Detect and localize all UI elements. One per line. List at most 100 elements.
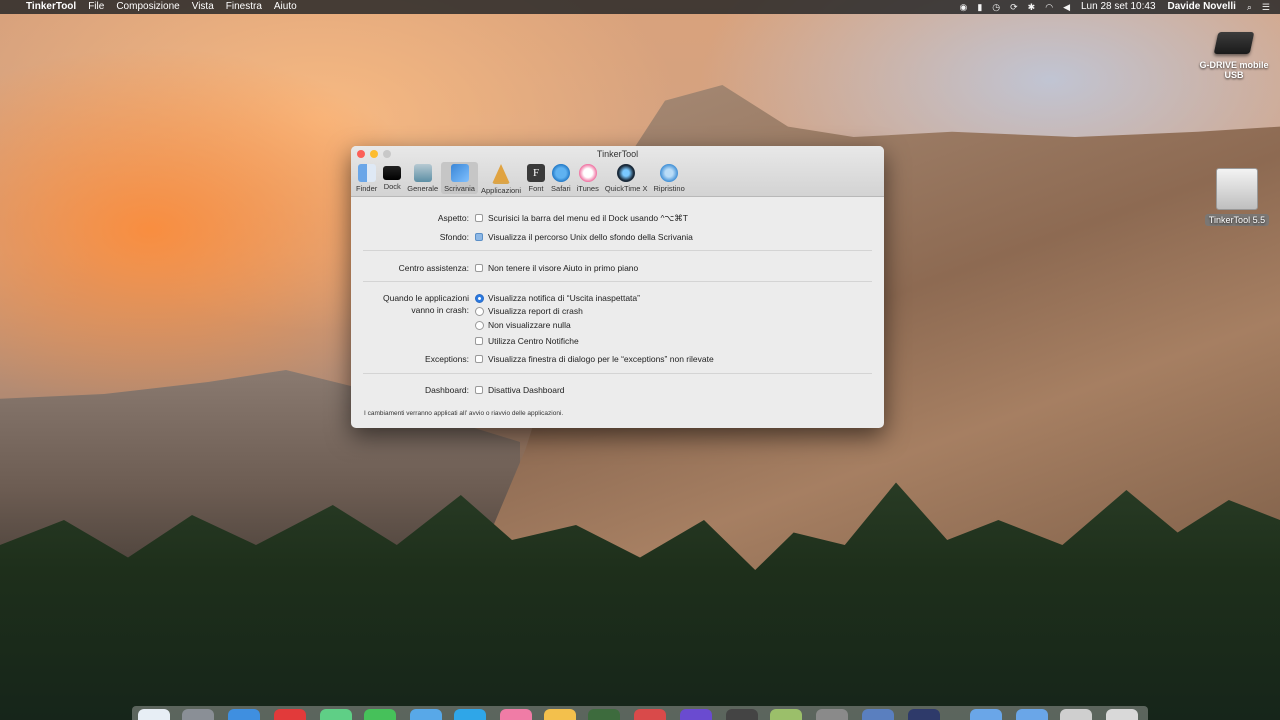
tab-font[interactable]: F Font: [524, 162, 548, 194]
centro-notifiche-checkbox[interactable]: Utilizza Centro Notifiche: [475, 334, 579, 348]
tab-label: Generale: [407, 184, 439, 193]
menu-aiuto[interactable]: Aiuto: [268, 0, 303, 14]
tab-label: Safari: [551, 184, 571, 193]
sfondo-label: Sfondo:: [439, 232, 469, 242]
dashboard-label: Dashboard:: [425, 385, 469, 395]
app-dock-icon-7[interactable]: [862, 709, 894, 720]
dashboard-checkbox[interactable]: Disattiva Dashboard: [475, 383, 565, 397]
aspetto-checkbox[interactable]: Scurisici la barra del menu ed il Dock u…: [475, 211, 688, 225]
exceptions-row: Exceptions: Visualizza finestra di dialo…: [351, 352, 884, 366]
centro-option-label: Non tenere il visore Aiuto in primo pian…: [488, 263, 639, 273]
facetime-dock-icon[interactable]: [364, 709, 396, 720]
clock[interactable]: Lun 28 set 10:43: [1075, 0, 1162, 14]
radio-label: Non visualizzare nulla: [488, 320, 571, 330]
divider: [363, 373, 872, 374]
app-dock-icon-8[interactable]: [908, 709, 940, 720]
window-titlebar[interactable]: TinkerTool Finder Dock Generale Scrivani…: [351, 146, 884, 197]
app-dock-icon[interactable]: [274, 709, 306, 720]
launchpad-dock-icon[interactable]: [182, 709, 214, 720]
user-name[interactable]: Davide Novelli: [1162, 0, 1242, 14]
notification-center-icon[interactable]: ☰: [1257, 2, 1280, 13]
photos-dock-icon[interactable]: [544, 709, 576, 720]
messages-dock-icon[interactable]: [320, 709, 352, 720]
preferences-toolbar: Finder Dock Generale Scrivania Applicazi…: [353, 162, 688, 196]
safari-dock-icon[interactable]: [228, 709, 260, 720]
centro-checkbox[interactable]: Non tenere il visore Aiuto in primo pian…: [475, 261, 638, 275]
calendar-dock-icon[interactable]: [634, 709, 666, 720]
checkbox-box[interactable]: [475, 337, 483, 345]
radio-button[interactable]: [475, 320, 484, 330]
crash-radio-report[interactable]: Visualizza report di crash: [475, 304, 583, 318]
app-dock-icon-4[interactable]: [726, 709, 758, 720]
settings-pane: Aspetto: Scurisici la barra del menu ed …: [351, 197, 884, 428]
tab-safari[interactable]: Safari: [548, 162, 574, 194]
radio-label: Visualizza report di crash: [488, 306, 583, 316]
exceptions-option-label: Visualizza finestra di dialogo per le “e…: [488, 354, 714, 364]
menu-composizione[interactable]: Composizione: [110, 0, 185, 14]
checkbox-box[interactable]: [475, 214, 483, 222]
itunes-dock-icon[interactable]: [500, 709, 532, 720]
battery-icon[interactable]: ▮: [972, 2, 987, 13]
downloads-dock-icon[interactable]: [1016, 709, 1048, 720]
sync-icon[interactable]: ⟳: [1005, 2, 1023, 13]
documents-dock-icon[interactable]: [1060, 709, 1092, 720]
tab-scrivania[interactable]: Scrivania: [441, 162, 478, 194]
sfondo-checkbox[interactable]: Visualizza il percorso Unix dello sfondo…: [475, 230, 693, 244]
applicazioni-icon: [492, 164, 510, 184]
tab-itunes[interactable]: iTunes: [574, 162, 602, 194]
wifi-icon[interactable]: ◠: [1040, 2, 1058, 13]
record-icon[interactable]: ◉: [954, 2, 972, 13]
tab-finder[interactable]: Finder: [353, 162, 380, 194]
centro-row: Centro assistenza: Non tenere il visore …: [351, 261, 884, 275]
menu-finestra[interactable]: Finestra: [220, 0, 268, 14]
footer-note: I cambiamenti verranno applicati all’ av…: [364, 410, 564, 417]
dock-icon: [383, 166, 402, 180]
dashboard-option-label: Disattiva Dashboard: [488, 385, 565, 395]
itunes-icon: [578, 164, 597, 182]
folder-dock-icon[interactable]: [970, 709, 1002, 720]
app-dock-icon-5[interactable]: [770, 709, 802, 720]
tab-label: Finder: [356, 184, 378, 193]
radio-button[interactable]: [475, 293, 484, 303]
tab-label: QuickTime X: [604, 184, 648, 193]
centro-notifiche-row: Utilizza Centro Notifiche: [351, 334, 884, 348]
tab-dock[interactable]: Dock: [380, 162, 404, 192]
aspetto-label: Aspetto:: [437, 213, 469, 223]
finder-dock-icon[interactable]: [138, 709, 170, 720]
tab-applicazioni[interactable]: Applicazioni: [478, 162, 524, 196]
crash-radio-nulla[interactable]: Non visualizzare nulla: [475, 318, 571, 332]
tab-label: Dock: [383, 182, 401, 191]
menu-vista[interactable]: Vista: [186, 0, 220, 14]
disk-image-icon: [1216, 168, 1258, 210]
menu-app-name[interactable]: TinkerTool: [20, 0, 82, 14]
checkbox-box[interactable]: [475, 233, 483, 241]
checkbox-box[interactable]: [475, 355, 483, 363]
safari-icon: [551, 164, 570, 182]
volume-icon[interactable]: ◀: [1058, 2, 1075, 13]
time-machine-icon[interactable]: ◷: [987, 2, 1005, 13]
tab-quicktime[interactable]: QuickTime X: [602, 162, 651, 194]
crash-row-nulla: Non visualizzare nulla: [351, 318, 884, 332]
tab-label: Scrivania: [444, 184, 475, 193]
exceptions-checkbox[interactable]: Visualizza finestra di dialogo per le “e…: [475, 352, 714, 366]
font-icon: F: [527, 164, 546, 182]
app-dock-icon-3[interactable]: [680, 709, 712, 720]
spotlight-search-icon[interactable]: ⌕: [1242, 2, 1257, 13]
mail-dock-icon[interactable]: [410, 709, 442, 720]
app-dock-icon-2[interactable]: [588, 709, 620, 720]
app-dock-icon-6[interactable]: [816, 709, 848, 720]
external-drive-icon: [1213, 32, 1255, 54]
radio-button[interactable]: [475, 306, 484, 316]
aspetto-row: Aspetto: Scurisici la barra del menu ed …: [351, 211, 884, 225]
bluetooth-icon[interactable]: ✱: [1023, 2, 1041, 13]
appstore-dock-icon[interactable]: [454, 709, 486, 720]
desktop-disk-image[interactable]: TinkerTool 5.5: [1202, 168, 1272, 226]
checkbox-box[interactable]: [475, 386, 483, 394]
tab-generale[interactable]: Generale: [404, 162, 441, 194]
centro-label: Centro assistenza:: [398, 263, 469, 273]
checkbox-box[interactable]: [475, 264, 483, 272]
desktop-drive[interactable]: G-DRIVE mobile USB: [1196, 32, 1272, 80]
menu-file[interactable]: File: [82, 0, 110, 14]
trash-dock-icon[interactable]: [1106, 709, 1138, 720]
tab-ripristino[interactable]: Ripristino: [651, 162, 688, 194]
